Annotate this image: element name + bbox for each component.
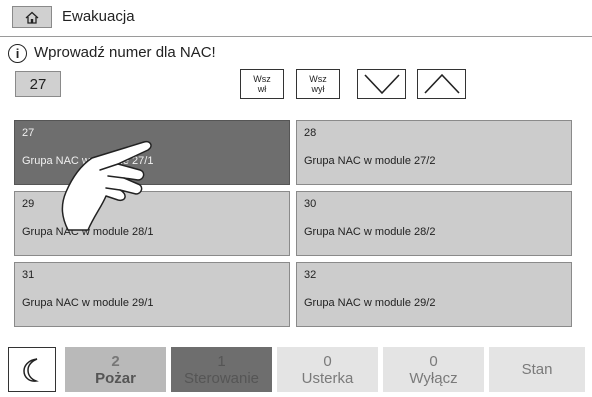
nac-tile-28[interactable]: 28 Grupa NAC w module 27/2 xyxy=(296,120,572,185)
prompt-text: Wprowadź numer dla NAC! xyxy=(34,44,216,61)
home-button[interactable] xyxy=(12,6,52,28)
tile-label: Grupa NAC w module 28/1 xyxy=(22,226,154,238)
moon-icon xyxy=(23,357,39,382)
control-count: 1 xyxy=(217,352,226,370)
fault-button[interactable]: 0 Usterka xyxy=(277,347,378,392)
fault-label: Usterka xyxy=(301,369,354,387)
fire-button[interactable]: 2 Pożar xyxy=(65,347,166,392)
all-on-label-2: wł xyxy=(257,84,267,94)
night-mode-button[interactable] xyxy=(8,347,56,392)
nac-tile-27[interactable]: 27 Grupa NAC w module 27/1 xyxy=(14,120,290,185)
all-off-button[interactable]: Wsz wył xyxy=(296,69,340,99)
disable-count: 0 xyxy=(429,352,438,370)
nac-tile-31[interactable]: 31 Grupa NAC w module 29/1 xyxy=(14,262,290,327)
chevron-down-icon xyxy=(363,74,400,95)
tile-number: 27 xyxy=(22,127,35,139)
nac-tile-32[interactable]: 32 Grupa NAC w module 29/2 xyxy=(296,262,572,327)
scroll-up-button[interactable] xyxy=(417,69,466,99)
fire-count: 2 xyxy=(111,352,120,370)
all-off-label-2: wył xyxy=(311,84,325,94)
tile-label: Grupa NAC w module 28/2 xyxy=(304,226,436,238)
tile-label: Grupa NAC w module 29/1 xyxy=(22,297,154,309)
home-icon xyxy=(25,11,39,24)
tile-number: 32 xyxy=(304,269,317,281)
page-title: Ewakuacja xyxy=(62,8,135,25)
fire-label: Pożar xyxy=(95,369,136,387)
control-button[interactable]: 1 Sterowanie xyxy=(171,347,272,392)
control-label: Sterowanie xyxy=(183,369,260,387)
disable-label: Wyłącz xyxy=(409,369,458,387)
nac-tile-29[interactable]: 29 Grupa NAC w module 28/1 xyxy=(14,191,290,256)
nac-number-input[interactable]: 27 xyxy=(15,71,61,97)
tile-number: 28 xyxy=(304,127,317,139)
tile-number: 29 xyxy=(22,198,35,210)
fault-count: 0 xyxy=(323,352,332,370)
all-off-label-1: Wsz xyxy=(309,74,327,84)
state-label: Stan xyxy=(521,361,553,378)
tile-label: Grupa NAC w module 27/1 xyxy=(22,155,154,167)
all-on-label-1: Wsz xyxy=(253,74,271,84)
disable-button[interactable]: 0 Wyłącz xyxy=(383,347,484,392)
all-on-button[interactable]: Wsz wł xyxy=(240,69,284,99)
scroll-down-button[interactable] xyxy=(357,69,406,99)
tile-label: Grupa NAC w module 27/2 xyxy=(304,155,436,167)
info-icon: i xyxy=(8,44,27,63)
chevron-up-icon xyxy=(423,73,460,94)
state-button[interactable]: Stan xyxy=(489,347,585,392)
tile-label: Grupa NAC w module 29/2 xyxy=(304,297,436,309)
tile-number: 31 xyxy=(22,269,35,281)
tile-number: 30 xyxy=(304,198,317,210)
nac-tile-30[interactable]: 30 Grupa NAC w module 28/2 xyxy=(296,191,572,256)
